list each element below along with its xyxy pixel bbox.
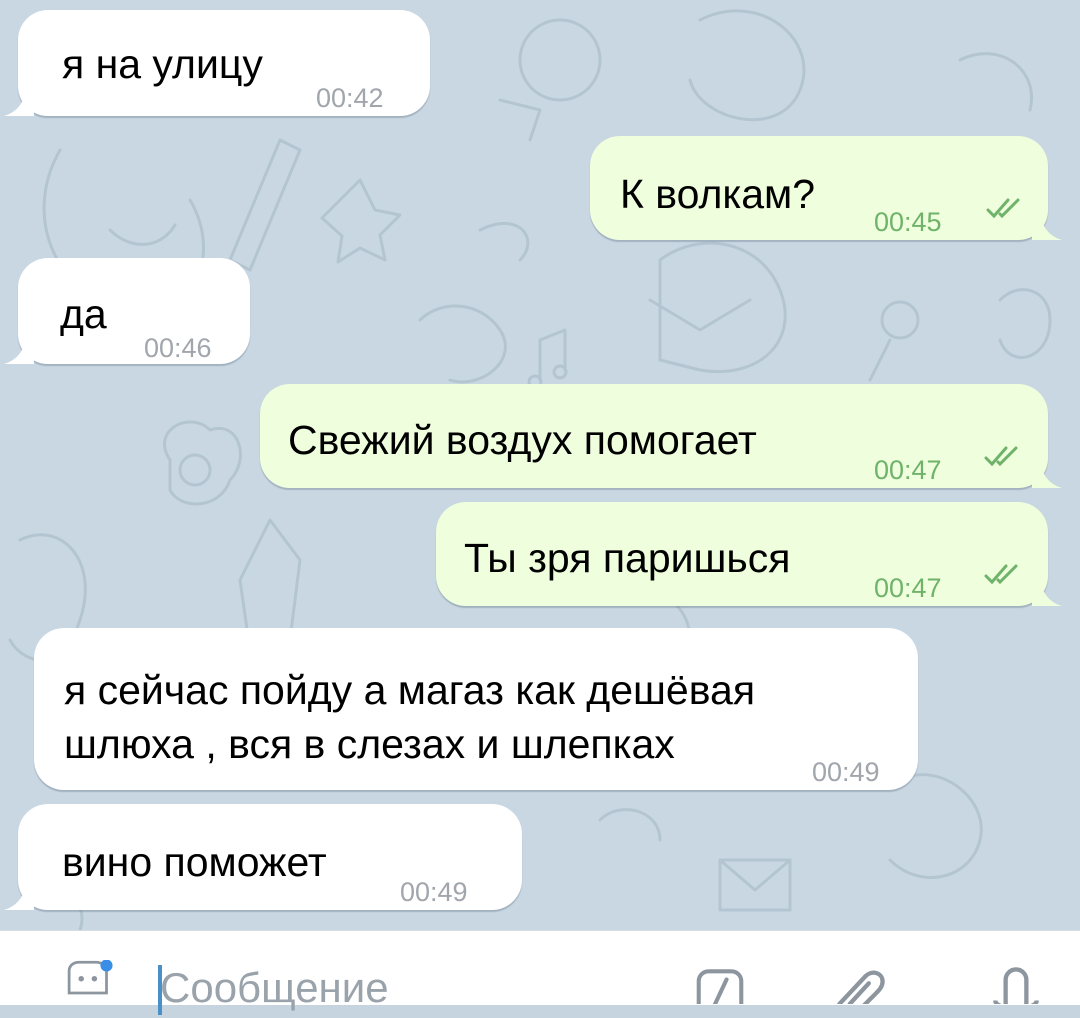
read-double-check-icon [984,446,1018,467]
message-time: 00:49 [812,757,880,787]
incoming-message[interactable]: вино поможет 00:49 [4,804,522,910]
message-text: я на улицу [62,41,263,87]
paperclip-icon[interactable] [826,966,896,1004]
message-text: да [60,291,107,337]
message-text: вино поможет [62,839,327,885]
chat-area[interactable]: я на улицу 00:42 К волкам? 00:45 да 00:4… [0,0,1080,930]
message-text-line-1: я сейчас пойду а магаз как дешёвая [64,667,756,713]
read-double-check-icon [984,564,1018,585]
outgoing-message[interactable]: К волкам? 00:45 [590,136,1062,240]
message-text: Свежий воздух помогает [288,417,757,463]
message-time: 00:49 [400,877,468,907]
message-time: 00:45 [874,207,942,237]
message-time: 00:42 [316,83,384,113]
message-input[interactable] [160,958,640,1018]
bot-commands-icon[interactable] [690,968,750,1004]
message-text: Ты зря паришься [464,535,791,581]
incoming-message[interactable]: я на улицу 00:42 [4,10,430,116]
message-time: 00:47 [874,573,942,603]
message-time: 00:47 [874,455,942,485]
message-text-line-2: шлюха , вся в слезах и шлепках [64,721,675,767]
emoji-sticker-icon[interactable] [40,960,140,1004]
read-double-check-icon [986,198,1020,219]
message-text: К волкам? [620,171,816,217]
text-caret [158,965,162,1015]
incoming-message[interactable]: я сейчас пойду а магаз как дешёвая шлюха… [34,628,918,790]
microphone-icon[interactable] [986,966,1046,1004]
outgoing-message[interactable]: Ты зря паришься 00:47 [436,502,1062,606]
message-time: 00:46 [144,333,212,363]
incoming-message[interactable]: да 00:46 [4,258,250,364]
outgoing-message[interactable]: Свежий воздух помогает 00:47 [260,384,1062,488]
